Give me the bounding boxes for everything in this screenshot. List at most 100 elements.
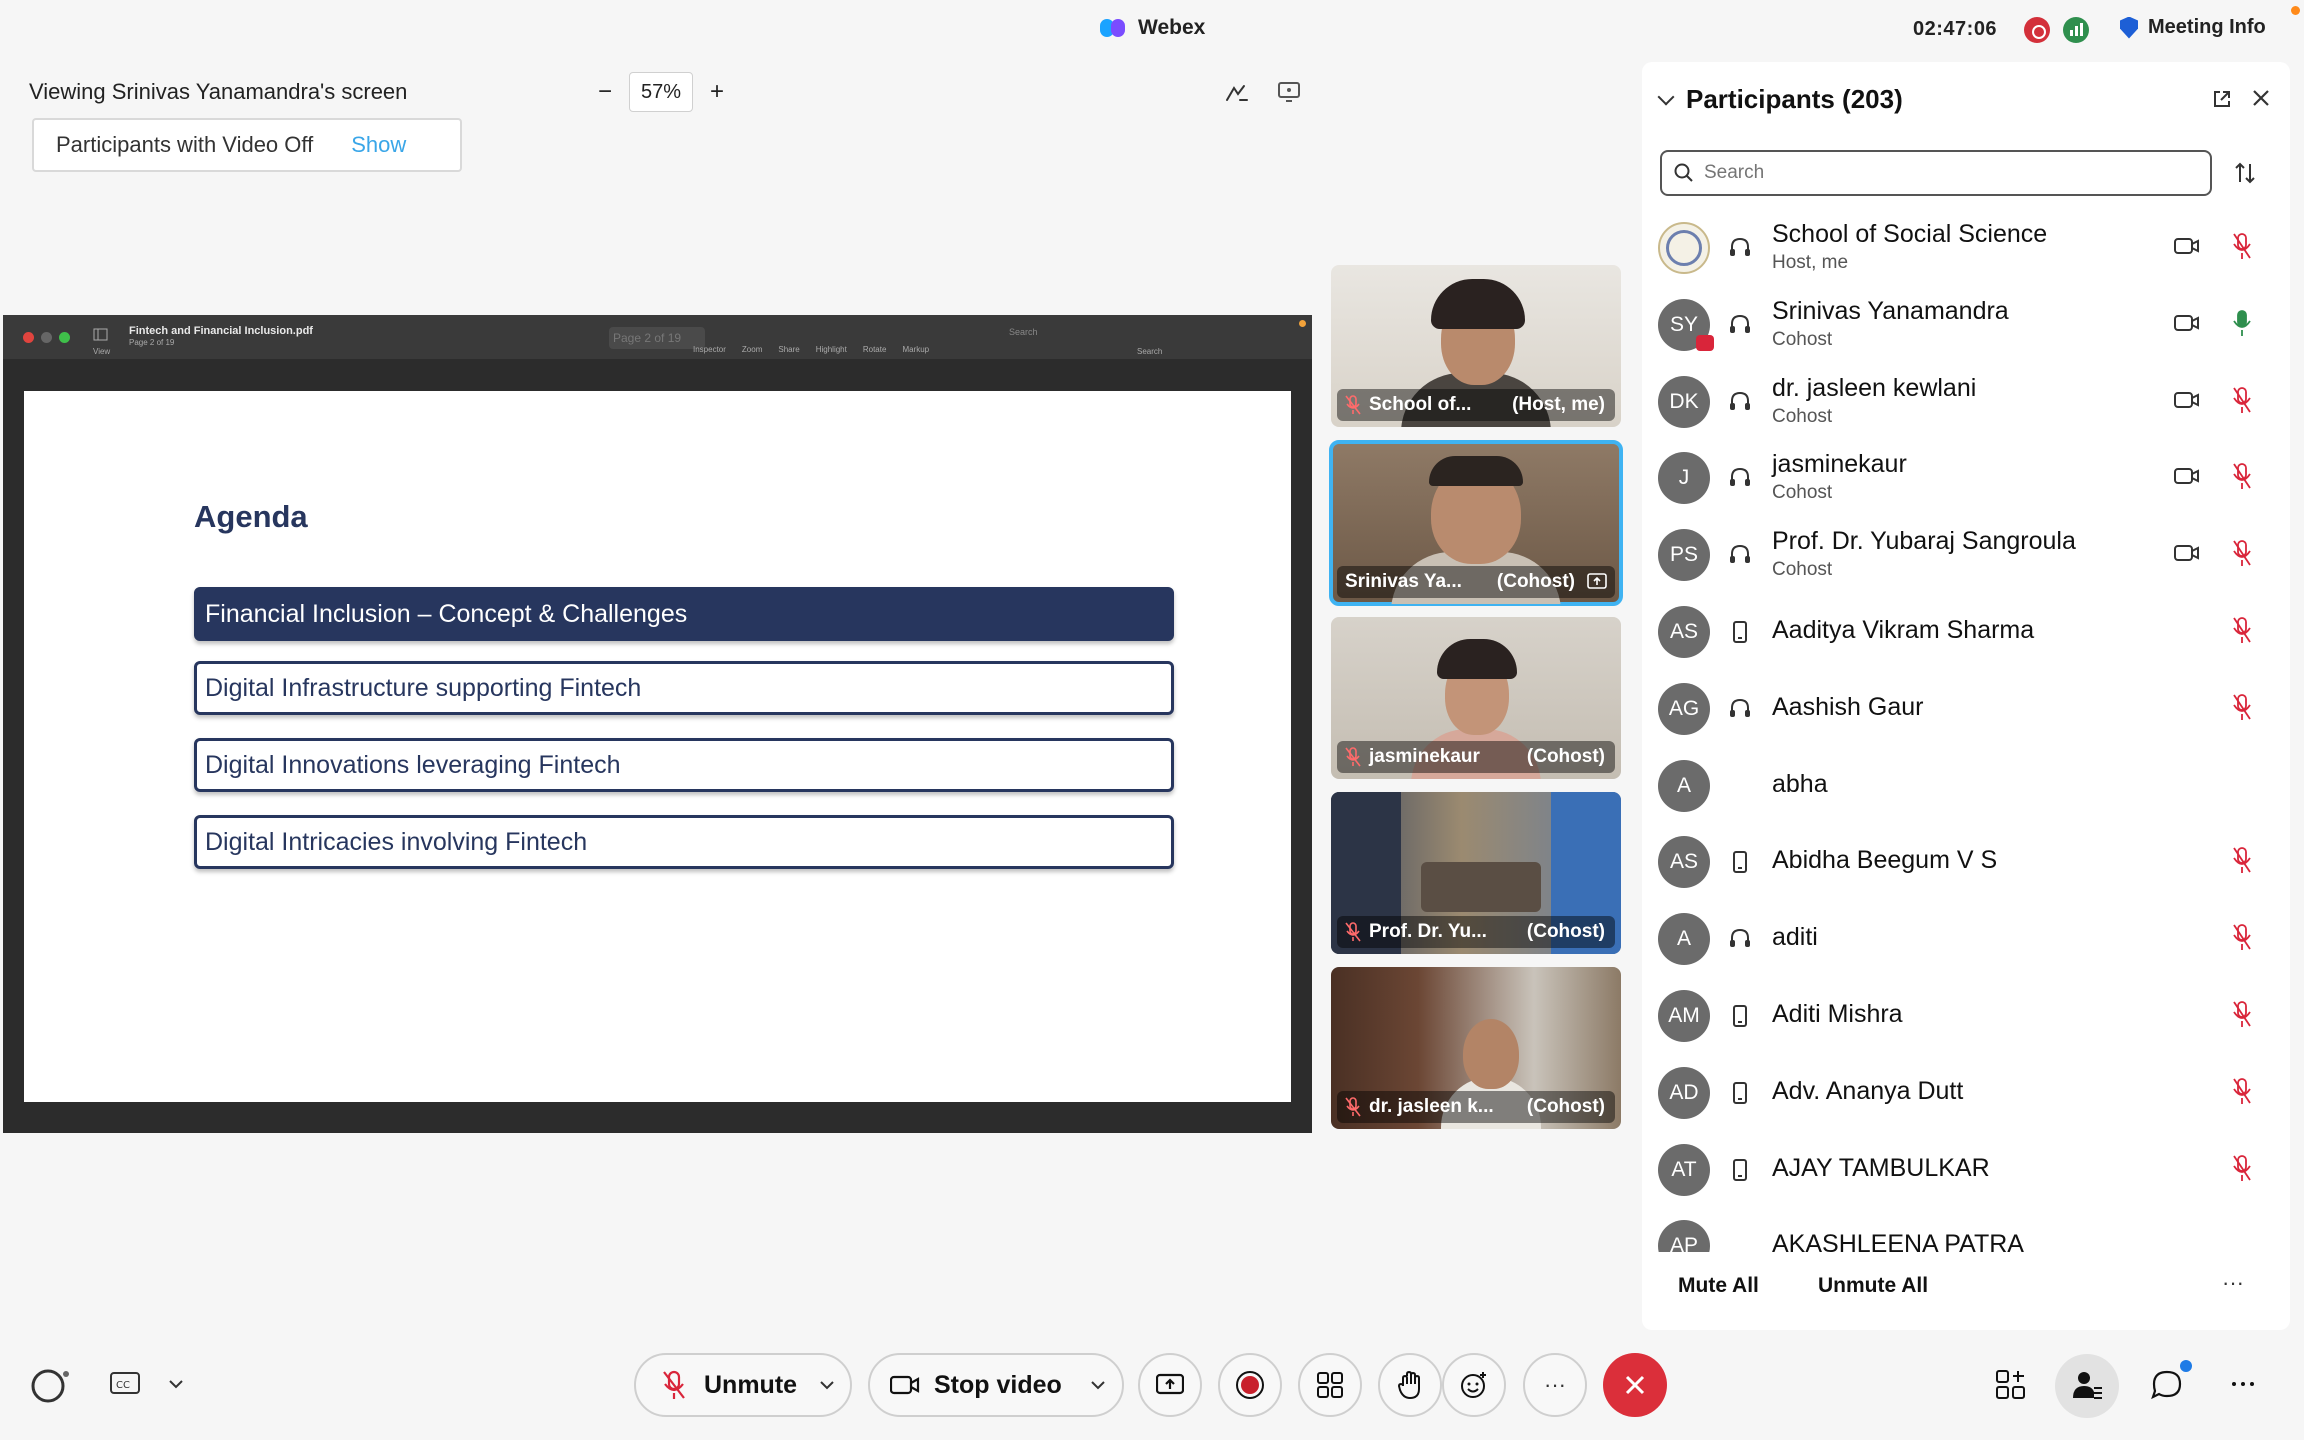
shield-icon <box>2120 16 2138 39</box>
raise-hand-button[interactable] <box>1378 1353 1442 1417</box>
participant-row[interactable]: AM Aditi Mishra <box>1642 978 2290 1054</box>
chevron-down-icon[interactable] <box>819 1379 835 1391</box>
end-call-button[interactable] <box>1603 1353 1667 1417</box>
agenda-item: Digital Innovations leveraging Fintech <box>194 738 1174 792</box>
panel-title: Participants (203) <box>1686 84 1903 114</box>
participant-row[interactable]: AD Adv. Ananya Dutt <box>1642 1055 2290 1131</box>
mic-muted-icon[interactable] <box>2232 846 2252 874</box>
window-close-dot <box>23 332 34 343</box>
chevron-down-icon[interactable] <box>168 1378 184 1390</box>
video-tile[interactable]: dr. jasleen k... (Cohost) <box>1331 967 1621 1129</box>
participant-name: Srinivas Yanamandra <box>1772 296 2009 325</box>
show-video-off-button[interactable]: Show <box>351 132 406 158</box>
more-controls-button[interactable]: ··· <box>1523 1353 1587 1417</box>
mic-muted-icon[interactable] <box>2232 386 2252 414</box>
shared-screen[interactable]: View Fintech and Financial Inclusion.pdf… <box>3 315 1312 1133</box>
participant-name: School of Social Science <box>1772 220 2048 248</box>
video-off-filter: Participants with Video Off Show <box>32 118 462 172</box>
annotate-icon[interactable] <box>1224 82 1250 104</box>
participant-row[interactable]: AS Abidha Beegum V S <box>1642 824 2290 900</box>
participant-row[interactable]: Jjasminekaur Cohost <box>1642 440 2290 516</box>
viewing-screen-label: Viewing Srinivas Yanamandra's screen <box>29 79 408 104</box>
share-screen-icon <box>1156 1373 1184 1395</box>
chevron-down-icon[interactable] <box>1657 88 1675 105</box>
avatar: SY <box>1658 298 1714 351</box>
remote-control-icon[interactable] <box>1278 82 1300 102</box>
assistant-icon[interactable] <box>30 1366 70 1406</box>
video-tile[interactable]: Srinivas Ya... (Cohost) <box>1329 440 1623 606</box>
participant-row[interactable]: Aabha <box>1642 748 2290 824</box>
participant-search[interactable] <box>1660 150 2212 196</box>
stop-video-button[interactable]: Stop video <box>868 1353 1124 1417</box>
mic-muted-icon[interactable] <box>2232 923 2252 951</box>
participant-row[interactable]: School of Social Science Host, me <box>1642 210 2290 286</box>
participant-video <box>1431 279 1525 329</box>
zoom-level[interactable]: 57% <box>629 72 693 112</box>
mic-muted-icon <box>1345 922 1361 942</box>
mic-muted-icon[interactable] <box>2232 1000 2252 1028</box>
pdf-page-sub: Page 2 of 19 <box>129 338 175 347</box>
avatar: AT <box>1658 1143 1710 1196</box>
search-input[interactable] <box>1704 162 2184 184</box>
pdf-view-label: View <box>93 347 111 356</box>
network-stats-icon[interactable] <box>2063 17 2089 43</box>
agenda-item: Digital Infrastructure supporting Fintec… <box>194 661 1174 715</box>
video-tile[interactable]: School of... (Host, me) <box>1331 265 1621 427</box>
unmute-all-button[interactable]: Unmute All <box>1818 1274 1928 1298</box>
more-icon[interactable] <box>2228 1376 2258 1392</box>
participant-name: Aditi Mishra <box>1772 1000 1903 1028</box>
avatar-initials: AM <box>1668 1004 1700 1027</box>
video-tile[interactable]: Prof. Dr. Yu... (Cohost) <box>1331 792 1621 954</box>
chat-icon[interactable] <box>2150 1368 2184 1402</box>
record-button[interactable] <box>1218 1353 1282 1417</box>
panel-header[interactable]: Participants (203) <box>1657 84 1903 115</box>
reactions-button[interactable] <box>1442 1353 1506 1417</box>
close-icon[interactable] <box>2250 87 2272 109</box>
pop-out-icon[interactable] <box>2212 89 2232 109</box>
more-options-button[interactable]: ··· <box>2222 1270 2244 1296</box>
participant-row[interactable]: AS Aaditya Vikram Sharma <box>1642 594 2290 670</box>
add-apps-icon[interactable] <box>1994 1368 2028 1402</box>
mute-all-button[interactable]: Mute All <box>1678 1274 1759 1298</box>
mic-muted-icon[interactable] <box>2232 539 2252 567</box>
tile-label: School of... (Host, me) <box>1337 389 1615 421</box>
avatar: A <box>1658 759 1710 812</box>
avatar: AS <box>1658 606 1710 658</box>
participant-row[interactable]: PS Prof. Dr. Yubaraj Sangroula Cohost <box>1642 517 2290 593</box>
share-button[interactable] <box>1138 1353 1202 1417</box>
zoom-in-button[interactable]: + <box>707 78 727 106</box>
participant-role: Cohost <box>1772 482 1833 504</box>
recording-indicator-icon[interactable] <box>2024 17 2050 43</box>
meeting-info-button[interactable]: Meeting Info <box>2120 16 2266 39</box>
mic-muted-icon <box>1345 1097 1361 1117</box>
mic-active-icon[interactable] <box>2232 309 2252 337</box>
chevron-down-icon[interactable] <box>1090 1379 1106 1391</box>
title-bar: Webex 02:47:06 Meeting Info <box>0 0 2304 60</box>
participant-row[interactable]: Aaditi <box>1642 901 2290 977</box>
mic-muted-icon[interactable] <box>2232 616 2252 644</box>
participant-row[interactable]: AT AJAY TAMBULKAR <box>1642 1132 2290 1208</box>
stop-video-label: Stop video <box>934 1370 1062 1399</box>
headset-icon <box>1730 237 1750 256</box>
participant-row[interactable]: SY Srinivas Yanamandra Cohost <box>1642 287 2290 363</box>
unmute-button[interactable]: Unmute <box>634 1353 852 1417</box>
participant-row[interactable]: DK dr. jasleen kewlani Cohost <box>1642 364 2290 440</box>
participant-role: Cohost <box>1772 328 1833 350</box>
participant-list[interactable]: School of Social Science Host, me SY Sriniv… <box>1642 210 2290 1252</box>
sort-icon[interactable] <box>2232 160 2258 186</box>
mic-muted-icon[interactable] <box>2232 1077 2252 1105</box>
phone-icon <box>1733 1005 1747 1027</box>
apps-button[interactable] <box>1298 1353 1362 1417</box>
mic-muted-icon[interactable] <box>2232 1154 2252 1182</box>
mic-muted-icon[interactable] <box>2232 232 2252 260</box>
participant-row[interactable]: AG Aashish Gaur <box>1642 671 2290 747</box>
participant-name: AKASHLEENA PATRA <box>1772 1230 2024 1252</box>
avatar: AD <box>1658 1066 1710 1119</box>
mic-muted-icon[interactable] <box>2232 462 2252 490</box>
video-tile[interactable]: jasminekaur (Cohost) <box>1331 617 1621 779</box>
mic-muted-icon[interactable] <box>2232 693 2252 721</box>
avatar-initials: AD <box>1669 1080 1699 1104</box>
closed-captions-icon[interactable]: CC <box>110 1372 140 1396</box>
participant-row[interactable]: AP AKASHLEENA PATRA <box>1642 1208 2290 1252</box>
zoom-out-button[interactable]: − <box>595 78 615 106</box>
